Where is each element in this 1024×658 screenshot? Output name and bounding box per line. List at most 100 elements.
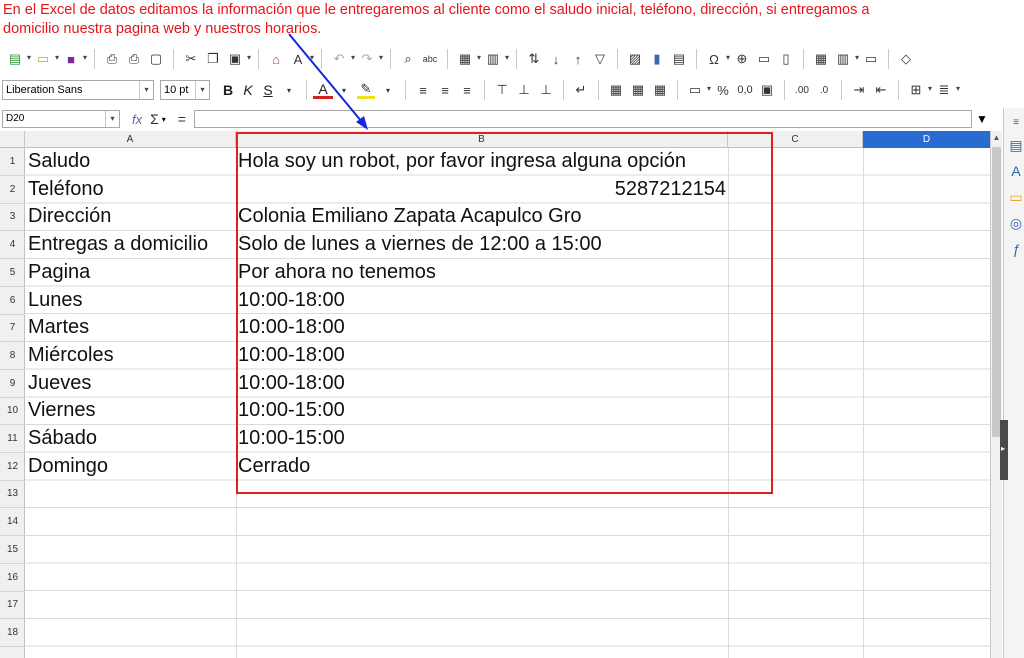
row-header[interactable]: 10 — [0, 397, 25, 426]
functions-icon[interactable]: ƒ — [1008, 240, 1024, 258]
sum-button[interactable]: Σ — [150, 111, 159, 127]
vertical-scrollbar[interactable]: ▲ — [990, 131, 1002, 658]
sidebar-menu-icon[interactable]: ≡ — [1008, 114, 1024, 132]
header-footer-icon[interactable]: ▯ — [777, 50, 795, 68]
border-style-icon[interactable]: ≣ — [935, 81, 960, 99]
spelling-icon[interactable]: abc — [421, 50, 439, 68]
cell-b[interactable]: Colonia Emiliano Zapata Acapulco Gro — [238, 203, 582, 231]
cell-a[interactable]: Entregas a domicilio — [28, 231, 208, 259]
decrease-indent-icon[interactable]: ⇤ — [872, 81, 890, 99]
row-header[interactable]: 13 — [0, 480, 25, 509]
save-icon[interactable]: ■ — [62, 50, 87, 68]
print-icon[interactable]: ⎙ — [125, 50, 143, 68]
cell-b[interactable]: Cerrado — [238, 453, 310, 481]
cell-b[interactable]: 10:00-18:00 — [238, 342, 345, 370]
formula-button[interactable]: = — [178, 111, 186, 127]
cell-a[interactable]: Saludo — [28, 148, 90, 176]
row-header[interactable]: 14 — [0, 508, 25, 537]
row-header[interactable]: 6 — [0, 287, 25, 315]
row-header[interactable]: 3 — [0, 203, 25, 232]
freeze-rows-columns-icon[interactable]: ▥ — [834, 50, 859, 68]
formula-input[interactable] — [193, 110, 972, 128]
clone-formatting-icon[interactable]: ⌂ — [267, 50, 285, 68]
align-bottom-icon[interactable]: ⊥ — [537, 81, 555, 99]
chevron-down-icon[interactable]: ▾ — [139, 81, 153, 99]
export-pdf-icon[interactable]: ⎙ — [103, 50, 121, 68]
cell-b[interactable]: 10:00-18:00 — [238, 370, 345, 398]
merge-cells-icon[interactable]: ▦ — [607, 81, 625, 99]
cell-a[interactable]: Miércoles — [28, 342, 114, 370]
select-all-corner[interactable] — [0, 131, 25, 148]
row-header[interactable]: 5 — [0, 259, 25, 287]
font-size-select[interactable]: 10 pt ▾ — [160, 80, 210, 100]
font-color-dropdown-icon[interactable]: ▾ — [335, 81, 353, 99]
align-top-icon[interactable]: ⊤ — [493, 81, 511, 99]
insert-chart-icon[interactable]: ▮ — [648, 50, 666, 68]
chevron-down-icon[interactable]: ▾ — [195, 81, 209, 99]
date-format-icon[interactable]: ▣ — [758, 81, 776, 99]
row-header[interactable]: 1 — [0, 148, 25, 176]
row-header[interactable]: 16 — [0, 564, 25, 592]
sidebar-collapse-handle[interactable]: ▸ — [1000, 420, 1008, 480]
row-header[interactable]: 4 — [0, 231, 25, 260]
cell-b[interactable]: 10:00-15:00 — [238, 397, 345, 425]
split-window-icon[interactable]: ▭ — [862, 50, 880, 68]
add-decimal-icon[interactable]: .00 — [793, 81, 811, 99]
sort-ascending-icon[interactable]: ↓ — [547, 50, 565, 68]
clear-formatting-icon[interactable]: A — [289, 50, 314, 68]
cell-a[interactable]: Viernes — [28, 397, 95, 425]
underline-button[interactable]: S — [258, 82, 278, 98]
sum-dropdown-icon[interactable]: ▾ — [162, 115, 166, 124]
cell-b[interactable]: Por ahora no tenemos — [238, 259, 436, 287]
redo-icon[interactable]: ↷ — [358, 50, 383, 68]
row-header[interactable]: 7 — [0, 314, 25, 343]
cell-b[interactable]: Solo de lunes a viernes de 12:00 a 15:00 — [238, 231, 602, 259]
show-draw-functions-icon[interactable]: ◇ — [897, 50, 915, 68]
properties-icon[interactable]: ▤ — [1008, 136, 1024, 154]
increase-indent-icon[interactable]: ⇥ — [850, 81, 868, 99]
cell-a[interactable]: Dirección — [28, 203, 111, 231]
column-header-b[interactable]: B — [236, 131, 728, 148]
copy-icon[interactable]: ❐ — [204, 50, 222, 68]
number-format-button[interactable]: 0,0 — [736, 81, 754, 99]
column-header-c[interactable]: C — [728, 131, 863, 148]
row-header[interactable]: 15 — [0, 536, 25, 564]
cell-a[interactable]: Pagina — [28, 259, 90, 287]
font-color-button[interactable]: A — [313, 82, 333, 99]
row-header[interactable]: 12 — [0, 453, 25, 481]
autofilter-icon[interactable]: ▽ — [591, 50, 609, 68]
column-header-d[interactable]: D — [863, 131, 990, 148]
expand-formula-icon[interactable]: ▼ — [976, 112, 988, 126]
italic-button[interactable]: K — [238, 82, 258, 98]
find-replace-icon[interactable]: ⌕ — [399, 50, 417, 68]
cell-b[interactable]: 10:00-15:00 — [238, 425, 345, 453]
highlight-color-icon[interactable]: ✎ — [357, 81, 375, 99]
cell-a[interactable]: Teléfono — [28, 176, 104, 204]
cell-b[interactable]: Hola soy un robot, por favor ingresa alg… — [238, 148, 686, 176]
cut-icon[interactable]: ✂ — [182, 50, 200, 68]
borders-icon[interactable]: ⊞ — [907, 81, 932, 99]
open-folder-icon[interactable]: ▭ — [34, 50, 59, 68]
insert-image-icon[interactable]: ▨ — [626, 50, 644, 68]
highlight-dropdown-icon[interactable]: ▾ — [379, 81, 397, 99]
comment-icon[interactable]: ▭ — [755, 50, 773, 68]
cell-a[interactable]: Domingo — [28, 453, 108, 481]
new-document-icon[interactable]: ▤ — [6, 50, 31, 68]
print-preview-icon[interactable]: ▢ — [147, 50, 165, 68]
cell-a[interactable]: Jueves — [28, 370, 91, 398]
gallery-icon[interactable]: ▭ — [1008, 188, 1024, 206]
cell-grid[interactable]: Saludo Hola soy un robot, por favor ingre… — [25, 148, 990, 658]
scroll-up-icon[interactable]: ▲ — [991, 133, 1002, 145]
currency-format-icon[interactable]: ▭ — [686, 81, 711, 99]
scrollbar-thumb[interactable] — [992, 147, 1001, 437]
navigator-icon[interactable]: ◎ — [1008, 214, 1024, 232]
paste-icon[interactable]: ▣ — [226, 50, 251, 68]
unmerge-cells-icon[interactable]: ▦ — [629, 81, 647, 99]
wrap-text-icon[interactable]: ↵ — [572, 81, 590, 99]
align-middle-icon[interactable]: ⊥ — [515, 81, 533, 99]
undo-icon[interactable]: ↶ — [330, 50, 355, 68]
cell-b[interactable]: 10:00-18:00 — [238, 314, 345, 342]
row-header[interactable]: 17 — [0, 591, 25, 620]
row-header[interactable]: 18 — [0, 619, 25, 647]
special-character-icon[interactable]: Ω — [705, 50, 730, 68]
